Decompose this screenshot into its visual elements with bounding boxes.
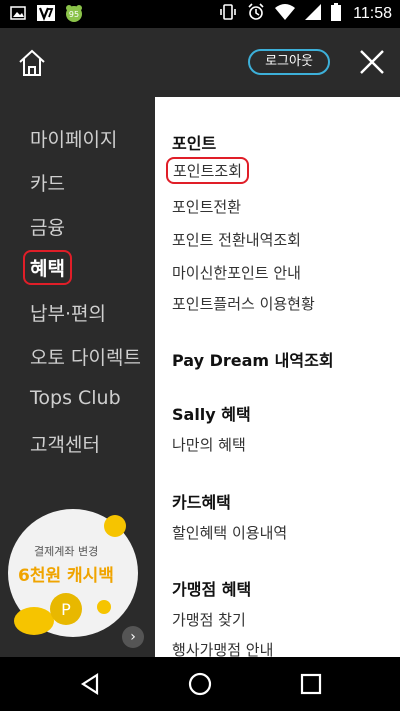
- menu-item-auto-direct[interactable]: 오토 다이렉트: [30, 343, 141, 370]
- section-title-pay-dream[interactable]: Pay Dream 내역조회: [172, 347, 334, 371]
- alarm-icon: [247, 3, 265, 25]
- vibrate-icon: [219, 3, 237, 25]
- frog-badge: 95: [69, 10, 79, 19]
- link-my-benefits[interactable]: 나만의 혜택: [172, 434, 246, 455]
- promo-next-button[interactable]: ›: [122, 626, 144, 648]
- status-bar: 95 11:58: [0, 0, 400, 28]
- frog-icon: 95: [64, 4, 84, 22]
- menu-item-customer-center[interactable]: 고객센터: [30, 430, 100, 457]
- gallery-icon: [8, 4, 28, 22]
- link-point-inquiry[interactable]: 포인트조회: [166, 157, 250, 184]
- section-title-points: 포인트: [172, 134, 217, 153]
- category-menu: 마이페이지 카드 금융 혜택 납부·편의 오토 다이렉트 Tops Club 고…: [0, 97, 155, 657]
- home-icon: [19, 49, 45, 76]
- link-discount-history[interactable]: 할인혜택 이용내역: [172, 522, 287, 543]
- menu-item-finance[interactable]: 금융: [30, 213, 65, 240]
- back-triangle-icon: [80, 672, 99, 696]
- recents-button[interactable]: [298, 671, 324, 697]
- chevron-right-icon: ›: [130, 629, 136, 645]
- logout-button[interactable]: 로그아웃: [248, 49, 330, 75]
- wifi-icon: [275, 4, 296, 24]
- svg-text:P: P: [61, 600, 71, 619]
- link-point-conversion[interactable]: 포인트전환: [172, 196, 241, 217]
- menu-item-benefits[interactable]: 혜택: [23, 250, 72, 285]
- clock-time: 11:58: [353, 5, 392, 22]
- section-title-sally: Sally 혜택: [172, 405, 251, 424]
- coins-icon: P: [14, 593, 111, 635]
- section-title-card-benefits: 카드혜택: [172, 493, 231, 512]
- app-header: 로그아웃: [0, 28, 400, 97]
- link-point-plus-usage[interactable]: 포인트플러스 이용현황: [172, 293, 315, 314]
- link-event-merchants[interactable]: 행사가맹점 안내: [172, 639, 273, 657]
- home-circle-icon: [188, 672, 212, 696]
- menu-item-card[interactable]: 카드: [30, 169, 65, 196]
- navigation-bar: [0, 657, 400, 711]
- battery-icon: [331, 3, 342, 25]
- menu-item-tops-club[interactable]: Tops Club: [30, 387, 121, 409]
- close-button[interactable]: [358, 48, 386, 76]
- recents-square-icon: [300, 673, 322, 695]
- home-nav-button[interactable]: [187, 671, 213, 697]
- promo-title: 6천원 캐시백: [18, 566, 114, 586]
- signal-icon: [305, 4, 322, 24]
- link-find-merchant[interactable]: 가맹점 찾기: [172, 609, 246, 630]
- promo-banner[interactable]: P 결제계좌 변경 6천원 캐시백: [8, 509, 138, 637]
- menu-item-payment[interactable]: 납부·편의: [30, 299, 106, 326]
- menu-item-mypage[interactable]: 마이페이지: [30, 125, 117, 152]
- link-my-shinhan-point-guide[interactable]: 마이신한포인트 안내: [172, 262, 301, 283]
- home-button[interactable]: [16, 48, 48, 78]
- coin-icon: [104, 515, 126, 537]
- link-point-conversion-history[interactable]: 포인트 전환내역조회: [172, 229, 301, 250]
- section-title-merchant-benefits: 가맹점 혜택: [172, 580, 252, 599]
- app-v-icon: [36, 4, 56, 22]
- promo-subtitle: 결제계좌 변경: [34, 545, 99, 558]
- close-icon: [360, 50, 384, 74]
- back-button[interactable]: [77, 671, 103, 697]
- submenu-panel: 포인트 포인트조회 포인트전환 포인트 전환내역조회 마이신한포인트 안내 포인…: [155, 97, 400, 657]
